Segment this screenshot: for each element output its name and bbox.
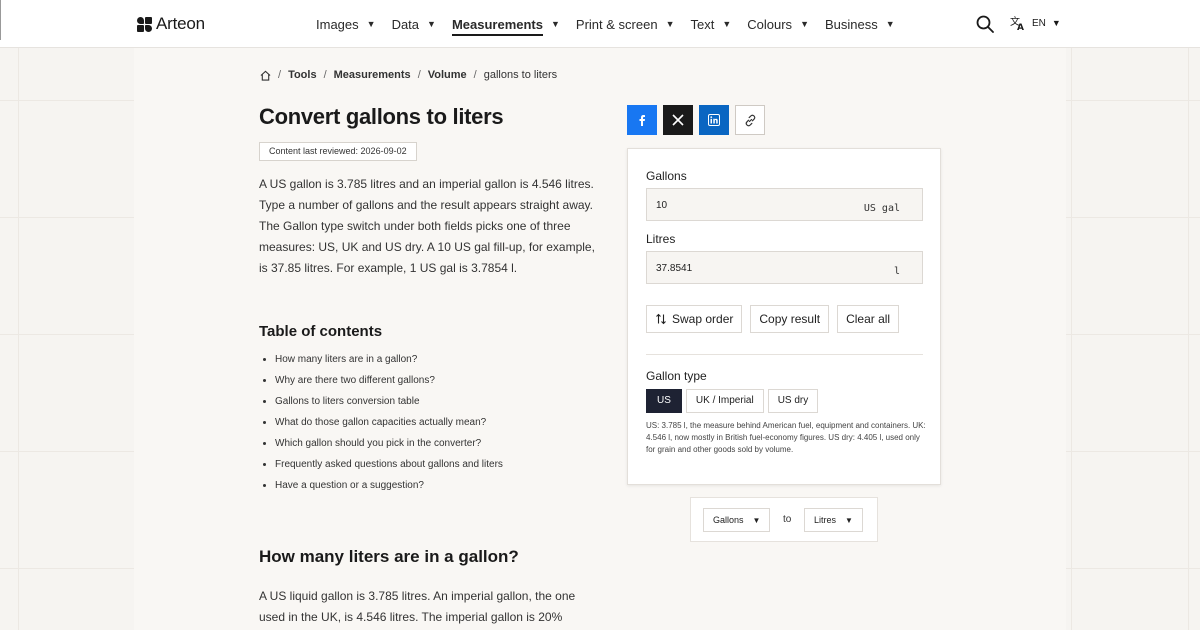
share-x-button[interactable] <box>663 105 693 135</box>
divider <box>646 354 923 355</box>
language-selector[interactable]: 文 A EN ▼ <box>1010 15 1061 31</box>
review-date-badge: Content last reviewed: 2026-09-02 <box>259 142 417 161</box>
x-icon <box>672 114 684 126</box>
chevron-down-icon: ▼ <box>551 19 560 29</box>
breadcrumb-link-tools[interactable]: Tools <box>288 69 317 81</box>
share-facebook-button[interactable] <box>627 105 657 135</box>
toc-item[interactable]: How many liters are in a gallon? <box>260 349 503 370</box>
toc-item[interactable]: Have a question or a suggestion? <box>260 475 503 496</box>
nav-item-print-screen[interactable]: Print & screen ▼ <box>576 0 675 48</box>
nav-item-label: Text <box>690 16 715 32</box>
to-unit-select[interactable]: Litres ▼ <box>804 508 863 532</box>
litres-unit: l <box>893 266 900 277</box>
nav-item-label: Print & screen <box>575 16 658 32</box>
converter-card: Gallons 10 US gal Litres 37.8541 l Swap … <box>627 148 941 485</box>
chevron-down-icon: ▼ <box>885 19 895 29</box>
section-paragraph: A US liquid gallon is 3.785 litres. An i… <box>259 589 576 624</box>
main-nav: Images ▼ Data ▼ Measurements ▼ Print & s… <box>316 0 911 48</box>
share-buttons <box>627 105 765 135</box>
gallon-type-us[interactable]: US <box>646 389 682 413</box>
chevron-down-icon: ▼ <box>845 515 853 525</box>
nav-item-business[interactable]: Business ▼ <box>825 0 895 48</box>
site-header: Arteon Images ▼ Data ▼ Measurements ▼ Pr… <box>0 0 1200 48</box>
nav-item-measurements[interactable]: Measurements ▼ <box>451 0 560 48</box>
toc-title: Table of contents <box>259 323 383 340</box>
toc-item[interactable]: Gallons to liters conversion table <box>260 391 503 412</box>
nav-item-label: Measurements <box>451 17 543 36</box>
swap-order-button[interactable]: Swap order <box>646 305 743 333</box>
main-content: / Tools / Measurements / Volume / gallon… <box>134 48 1066 630</box>
to-word: to <box>783 514 792 525</box>
nav-item-label: Images <box>316 16 359 32</box>
link-icon <box>745 114 755 126</box>
to-unit-value: Litres <box>814 515 837 525</box>
clear-all-button[interactable]: Clear all <box>837 305 900 333</box>
toc-item[interactable]: What do those gallon capacities actually… <box>260 412 503 433</box>
breadcrumb-separator: / <box>473 69 477 81</box>
nav-item-label: Data <box>391 16 420 32</box>
breadcrumb-separator: / <box>417 69 421 81</box>
table-of-contents: How many liters are in a gallon? Why are… <box>260 349 503 496</box>
to-field-label: Litres <box>646 232 676 246</box>
gallon-type-label: Gallon type <box>646 369 707 383</box>
gallon-type-us-dry[interactable]: US dry <box>767 389 819 413</box>
chevron-down-icon: ▼ <box>665 19 675 29</box>
from-unit-select[interactable]: Gallons ▼ <box>703 508 771 532</box>
breadcrumb: / Tools / Measurements / Volume / gallon… <box>260 69 557 81</box>
home-icon[interactable] <box>260 70 271 81</box>
copy-result-button[interactable]: Copy result <box>750 305 830 333</box>
nav-item-data[interactable]: Data ▼ <box>392 0 436 48</box>
chevron-down-icon: ▼ <box>366 19 376 29</box>
language-code: EN <box>1032 17 1046 29</box>
copy-link-button[interactable] <box>735 105 765 135</box>
window-edge <box>0 0 1 40</box>
breadcrumb-separator: / <box>278 69 282 81</box>
swap-icon <box>656 313 666 325</box>
unit-pair-picker: Gallons ▼ to Litres ▼ <box>690 497 878 542</box>
search-icon[interactable] <box>976 15 994 33</box>
chevron-down-icon: ▼ <box>722 19 732 29</box>
gallons-value: 10 <box>656 200 668 211</box>
linkedin-icon <box>708 114 720 126</box>
copy-result-label: Copy result <box>759 312 821 326</box>
intro-paragraph: A US gallon is 3.785 litres and an imper… <box>259 177 595 275</box>
page-title: Convert gallons to liters <box>259 104 504 129</box>
breadcrumb-current: gallons to liters <box>483 69 558 81</box>
breadcrumb-link-volume[interactable]: Volume <box>428 69 467 81</box>
gallon-type-switch: US UK / Imperial US dry <box>646 389 819 413</box>
chevron-down-icon: ▼ <box>427 19 436 29</box>
gallon-type-uk-imperial[interactable]: UK / Imperial <box>685 389 764 413</box>
logo-mark-icon <box>137 16 152 32</box>
from-unit-value: Gallons <box>713 515 744 525</box>
litres-input[interactable]: 37.8541 l <box>646 251 923 284</box>
section-heading: How many liters are in a gallon? <box>259 547 519 566</box>
swap-order-label: Swap order <box>672 312 734 326</box>
nav-item-text[interactable]: Text ▼ <box>691 0 732 48</box>
brand-logo[interactable]: Arteon <box>137 14 205 34</box>
brand-name: Arteon <box>156 14 205 33</box>
toc-item[interactable]: Why are there two different gallons? <box>260 370 503 391</box>
nav-item-images[interactable]: Images ▼ <box>316 0 376 48</box>
litres-value: 37.8541 <box>656 263 693 274</box>
chevron-down-icon: ▼ <box>752 515 761 525</box>
chevron-down-icon: ▼ <box>1051 18 1061 28</box>
facebook-icon <box>639 115 645 126</box>
breadcrumb-separator: / <box>323 69 327 81</box>
toc-item[interactable]: Frequently asked questions about gallons… <box>260 454 503 475</box>
breadcrumb-link-measurements[interactable]: Measurements <box>334 69 411 81</box>
gallons-unit: US gal <box>863 203 900 214</box>
chevron-down-icon: ▼ <box>800 19 809 29</box>
clear-all-label: Clear all <box>846 312 891 326</box>
converter-actions: Swap order Copy result Clear all <box>646 305 900 333</box>
nav-item-label: Business <box>824 16 878 32</box>
share-linkedin-button[interactable] <box>699 105 729 135</box>
toc-item[interactable]: Which gallon should you pick in the conv… <box>260 433 503 454</box>
gallons-input[interactable]: 10 US gal <box>646 188 923 221</box>
translate-icon: 文 A <box>1010 15 1024 31</box>
gallon-type-note: US: 3.785 l, the measure behind American… <box>646 421 926 454</box>
nav-item-colours[interactable]: Colours ▼ <box>747 0 809 48</box>
from-field-label: Gallons <box>646 169 687 183</box>
nav-item-label: Colours <box>747 16 793 32</box>
svg-text:A: A <box>1017 23 1024 31</box>
